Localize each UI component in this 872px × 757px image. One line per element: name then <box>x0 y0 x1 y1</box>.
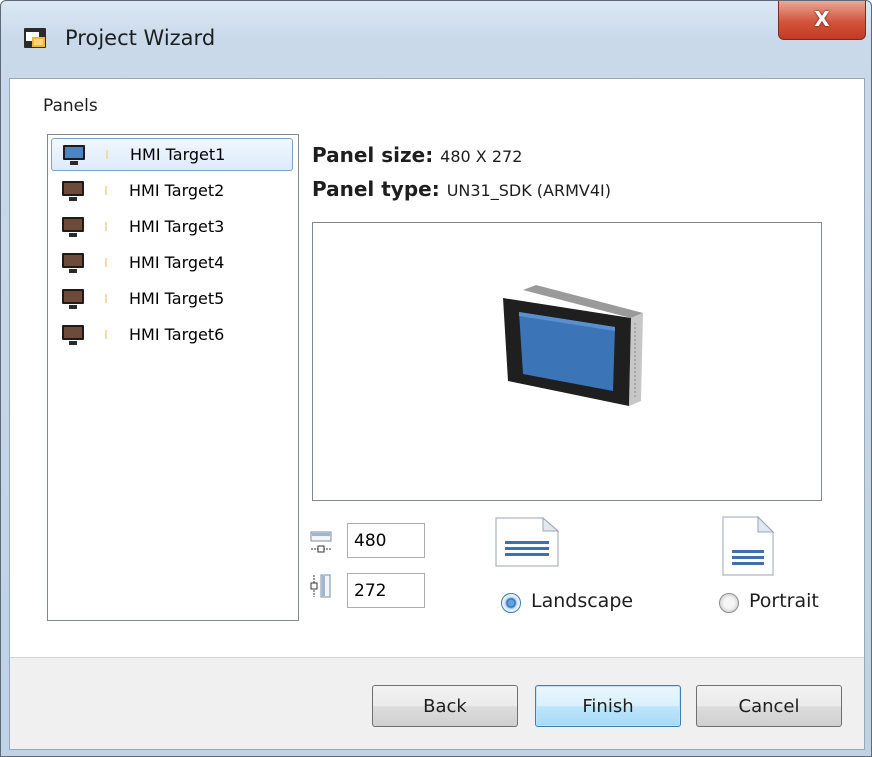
close-button[interactable]: X <box>778 1 866 40</box>
panel-size-value: 480 X 272 <box>440 147 523 166</box>
panel-preview <box>312 222 822 501</box>
window-title: Project Wizard <box>65 26 216 50</box>
panel-type-text: Panel type: UN31_SDK (ARMV4I) <box>312 177 611 201</box>
monitor-icon <box>62 252 84 273</box>
portrait-document-icon <box>722 516 774 576</box>
list-item-hmi-target6[interactable]: HMI Target6 <box>51 318 291 351</box>
panel-type-label: Panel type: <box>312 177 440 201</box>
list-item-hmi-target5[interactable]: HMI Target5 <box>51 282 291 315</box>
app-window-icon <box>24 28 46 48</box>
width-icon <box>310 531 332 553</box>
wizard-content: Panels HMI Target1 HMI Target2 HMI Targe… <box>9 78 865 750</box>
panels-label: Panels <box>43 96 98 116</box>
list-item-label: HMI Target5 <box>129 289 225 308</box>
list-item-hmi-target1[interactable]: HMI Target1 <box>51 138 293 171</box>
project-wizard-window: Project Wizard X Panels HMI Target1 HMI … <box>0 0 872 757</box>
back-button[interactable]: Back <box>372 685 518 727</box>
monitor-icon <box>62 324 84 345</box>
hmi-panel-image <box>503 285 643 406</box>
title-bar[interactable]: Project Wizard X <box>1 1 871 77</box>
list-item-hmi-target2[interactable]: HMI Target2 <box>51 174 291 207</box>
monitor-icon <box>62 288 84 309</box>
list-item-label: HMI Target2 <box>129 181 225 200</box>
panel-size-text: Panel size: 480 X 272 <box>312 143 522 167</box>
monitor-icon <box>62 216 84 237</box>
list-item-label: HMI Target1 <box>130 145 226 164</box>
list-item-label: HMI Target3 <box>129 217 225 236</box>
landscape-document-icon <box>495 517 559 567</box>
portrait-radio[interactable] <box>719 593 739 613</box>
landscape-label[interactable]: Landscape <box>531 590 633 612</box>
height-input[interactable]: 272 <box>347 573 425 608</box>
list-item-label: HMI Target4 <box>129 253 225 272</box>
panel-type-value: UN31_SDK (ARMV4I) <box>446 181 611 200</box>
cancel-button[interactable]: Cancel <box>696 685 842 727</box>
list-item-hmi-target3[interactable]: HMI Target3 <box>51 210 291 243</box>
landscape-radio[interactable] <box>501 593 521 613</box>
monitor-icon <box>62 180 84 201</box>
panel-size-label: Panel size: <box>312 143 434 167</box>
width-input[interactable]: 480 <box>347 523 425 558</box>
list-item-hmi-target4[interactable]: HMI Target4 <box>51 246 291 279</box>
finish-button[interactable]: Finish <box>535 685 681 727</box>
monitor-icon <box>63 144 85 165</box>
panels-list[interactable]: HMI Target1 HMI Target2 HMI Target3 HMI … <box>47 134 299 621</box>
portrait-label[interactable]: Portrait <box>749 590 819 612</box>
height-icon <box>310 574 331 598</box>
list-item-label: HMI Target6 <box>129 325 225 344</box>
